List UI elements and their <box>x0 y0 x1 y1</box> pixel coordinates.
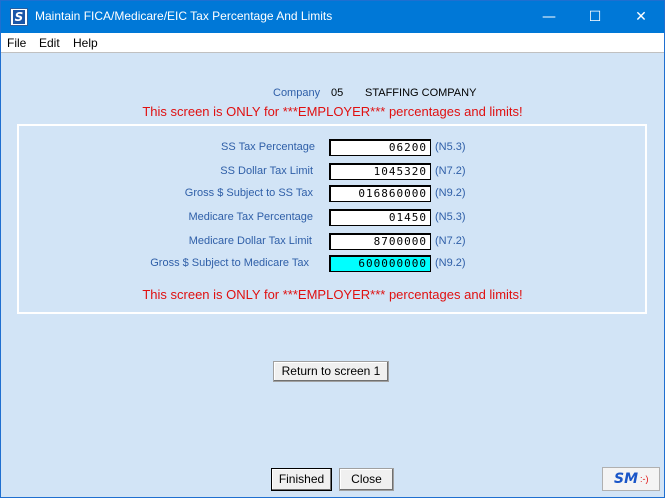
sm-logo-text: SM <box>614 471 639 487</box>
sm-logo-button[interactable]: SM :-) <box>602 467 660 491</box>
ss-dollar-tax-limit-input[interactable]: 1045320 <box>329 163 431 180</box>
company-label: Company <box>273 87 321 99</box>
close-button[interactable]: Close <box>339 468 394 491</box>
app-icon-letter: S <box>13 10 25 24</box>
ss-tax-percentage-input[interactable]: 06200 <box>329 139 431 156</box>
medicare-dollar-tax-limit-format: (N7.2) <box>435 235 466 247</box>
ss-tax-percentage-format: (N5.3) <box>435 141 466 153</box>
title-bar[interactable]: S Maintain FICA/Medicare/EIC Tax Percent… <box>1 1 664 33</box>
medicare-dollar-tax-limit-input[interactable]: 8700000 <box>329 233 431 250</box>
menu-file[interactable]: File <box>7 36 26 50</box>
medicare-tax-percentage-format: (N5.3) <box>435 211 466 223</box>
gross-subject-ss-input[interactable]: 016860000 <box>329 185 431 202</box>
employer-warning-top: This screen is ONLY for ***EMPLOYER*** p… <box>142 104 523 119</box>
gross-subject-ss-label: Gross $ Subject to SS Tax <box>184 187 313 199</box>
gross-subject-ss-format: (N9.2) <box>435 187 466 199</box>
gross-subject-medicare-label: Gross $ Subject to Medicare Tax <box>150 257 309 269</box>
company-name: STAFFING COMPANY <box>365 87 477 99</box>
main-window: S Maintain FICA/Medicare/EIC Tax Percent… <box>0 0 665 498</box>
medicare-tax-percentage-input[interactable]: 01450 <box>329 209 431 226</box>
return-to-screen-1-button[interactable]: Return to screen 1 <box>273 361 389 382</box>
menu-help[interactable]: Help <box>73 36 98 50</box>
medicare-dollar-tax-limit-label: Medicare Dollar Tax Limit <box>188 235 312 247</box>
maximize-button[interactable]: ☐ <box>572 1 618 33</box>
employer-warning-bottom: This screen is ONLY for ***EMPLOYER*** p… <box>142 287 523 302</box>
window-title: Maintain FICA/Medicare/EIC Tax Percentag… <box>35 9 333 23</box>
ss-dollar-tax-limit-label: SS Dollar Tax Limit <box>220 165 313 177</box>
menu-edit[interactable]: Edit <box>39 36 60 50</box>
ss-tax-percentage-label: SS Tax Percentage <box>221 141 315 153</box>
company-code: 05 <box>331 87 344 99</box>
medicare-tax-percentage-label: Medicare Tax Percentage <box>188 211 313 223</box>
smiley-icon: :-) <box>640 474 649 484</box>
gross-subject-medicare-input[interactable]: 600000000 <box>329 255 431 272</box>
app-logo-icon[interactable]: S <box>10 8 28 26</box>
gross-subject-medicare-format: (N9.2) <box>435 257 466 269</box>
close-window-button[interactable]: ✕ <box>618 1 664 33</box>
menu-bar: File Edit Help <box>1 33 664 53</box>
finished-button[interactable]: Finished <box>271 468 332 491</box>
minimize-button[interactable]: — <box>526 1 572 33</box>
ss-dollar-tax-limit-format: (N7.2) <box>435 165 466 177</box>
